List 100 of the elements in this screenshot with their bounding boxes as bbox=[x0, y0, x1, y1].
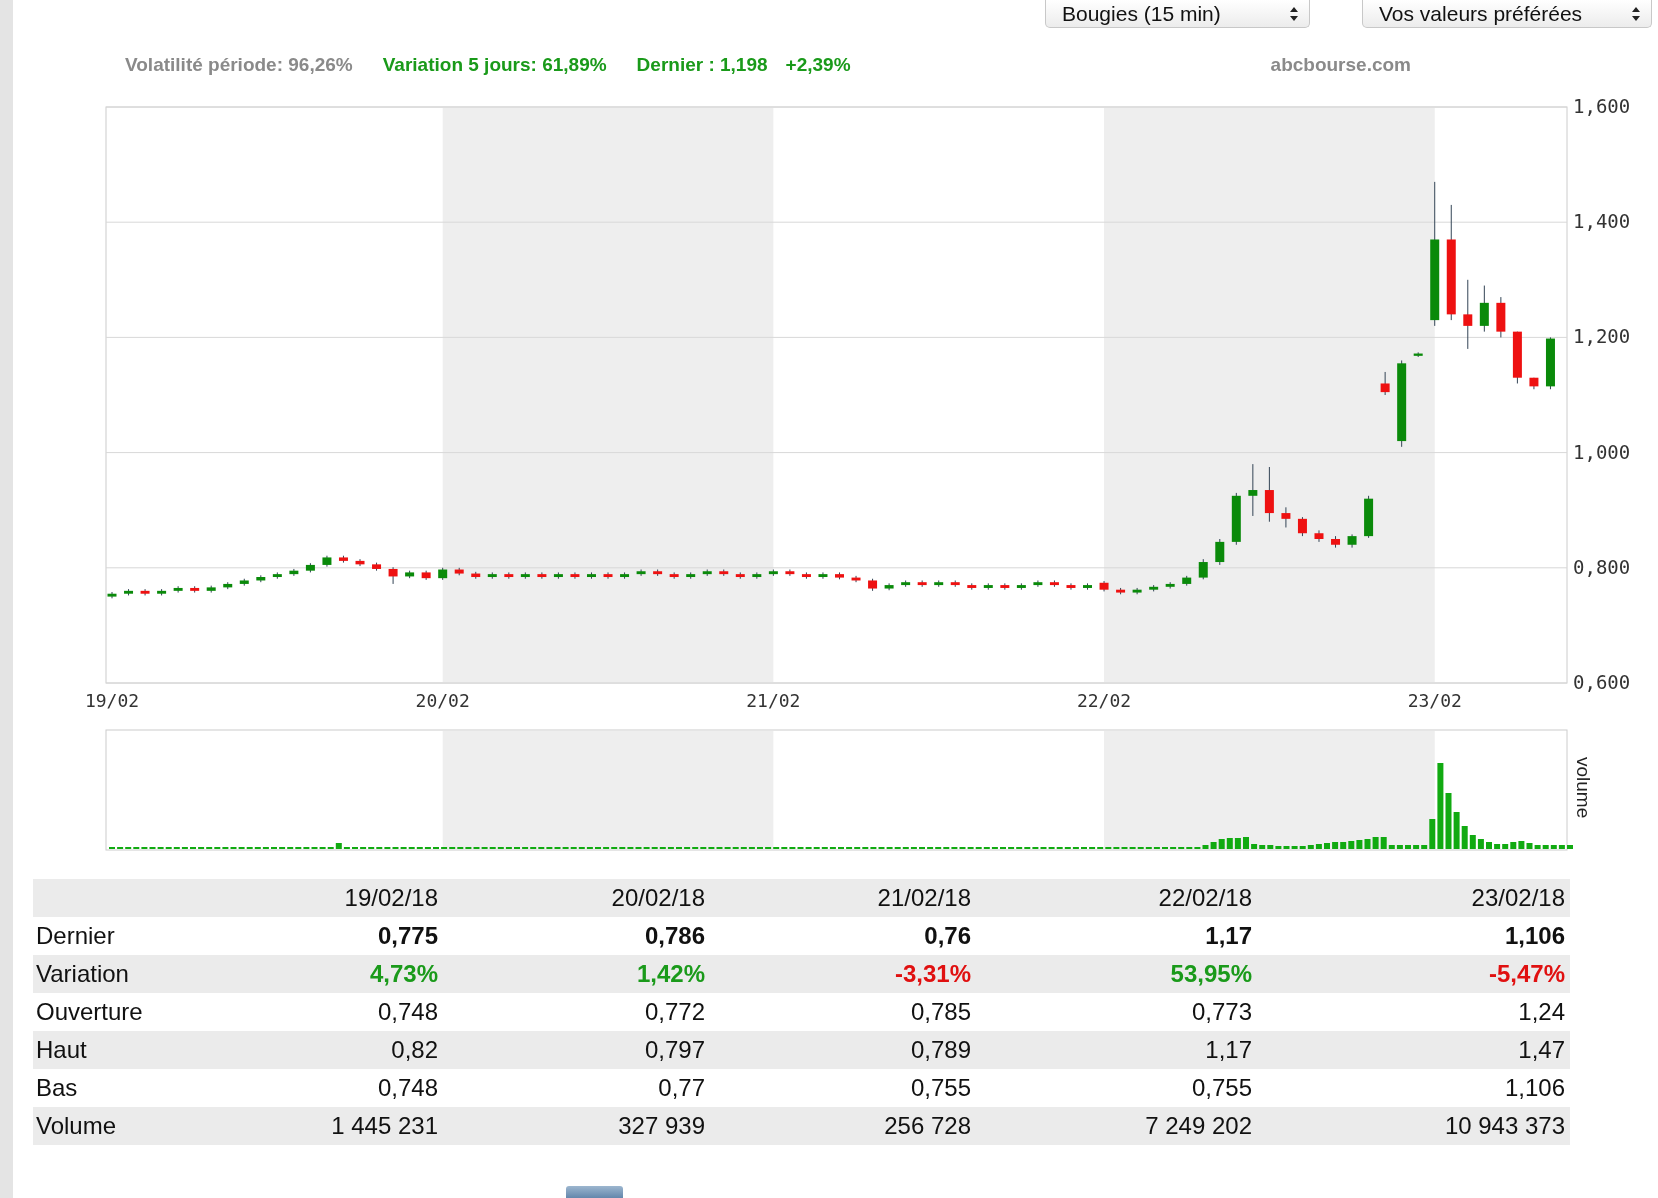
volatility-text: Volatilité période: 96,26% bbox=[125, 54, 353, 76]
candle bbox=[785, 569, 795, 577]
candle bbox=[1314, 529, 1324, 543]
candle bbox=[669, 571, 679, 580]
candle bbox=[901, 579, 911, 588]
table-cell-text: 0,755 bbox=[1190, 1074, 1252, 1102]
table-cell-text: 1 445 231 bbox=[330, 1112, 438, 1140]
candle bbox=[967, 582, 977, 591]
table-cell-text: 256 728 bbox=[883, 1112, 971, 1140]
table-cell-text: 327 939 bbox=[617, 1112, 705, 1140]
axis-label: 19/02 bbox=[84, 690, 140, 711]
table-cell-text: 1,17 bbox=[1204, 922, 1252, 950]
axis-label: 1,000 bbox=[1573, 440, 1631, 463]
table-cell-text: 7 249 202 bbox=[1144, 1112, 1252, 1140]
candle bbox=[801, 571, 811, 580]
candle bbox=[603, 571, 613, 580]
candle bbox=[818, 571, 828, 580]
candle bbox=[835, 571, 844, 580]
last-price-text: Dernier : 1,198 bbox=[636, 54, 768, 76]
candle bbox=[487, 571, 497, 580]
axis-label: 23/02 bbox=[1407, 690, 1462, 711]
candle bbox=[537, 571, 547, 580]
candle bbox=[421, 570, 431, 581]
candle bbox=[289, 568, 299, 577]
table-cell-text: 10 943 373 bbox=[1443, 1112, 1565, 1140]
toolbar-icon[interactable] bbox=[566, 1186, 623, 1198]
table-cell-text: 0,748 bbox=[376, 1074, 438, 1102]
candle bbox=[1297, 516, 1307, 537]
candle bbox=[735, 571, 745, 580]
candle bbox=[1198, 558, 1208, 580]
candle bbox=[520, 571, 530, 580]
candle bbox=[752, 571, 762, 580]
axis-label: 1,600 bbox=[1573, 95, 1631, 117]
table-cell-text: 1,24 bbox=[1517, 998, 1565, 1026]
candle bbox=[983, 582, 993, 591]
column-header: 19/02/18 bbox=[343, 884, 438, 912]
row-label: Haut bbox=[35, 1036, 88, 1064]
change-text: +2,39% bbox=[785, 54, 851, 76]
candle bbox=[1545, 336, 1555, 390]
candle bbox=[1479, 285, 1489, 333]
candle bbox=[719, 569, 729, 577]
table-cell-text: 53,95% bbox=[1169, 960, 1252, 988]
table-cell-text: 1,106 bbox=[1503, 922, 1565, 950]
table-cell-text: 0,785 bbox=[909, 998, 971, 1026]
candle bbox=[124, 588, 134, 596]
candle bbox=[504, 571, 514, 580]
table-cell-text: 0,773 bbox=[1190, 998, 1252, 1026]
candle bbox=[653, 569, 663, 577]
table-cell-text: 1,42% bbox=[635, 960, 705, 988]
candle bbox=[405, 570, 415, 579]
table-cell-text: 0,748 bbox=[376, 998, 438, 1026]
candle bbox=[1016, 582, 1026, 591]
table-cell-text: 0,76 bbox=[923, 922, 971, 950]
candle bbox=[322, 555, 332, 568]
table-cell-text: 0,77 bbox=[657, 1074, 705, 1102]
column-header: 21/02/18 bbox=[876, 884, 971, 912]
candle bbox=[157, 588, 167, 596]
candle bbox=[1463, 279, 1473, 350]
candle bbox=[1049, 579, 1059, 588]
source-text: abcbourse.com bbox=[1270, 54, 1411, 76]
candle bbox=[1182, 575, 1192, 587]
candle bbox=[239, 578, 249, 587]
candle bbox=[173, 585, 183, 594]
candle bbox=[107, 591, 117, 599]
candle bbox=[868, 578, 878, 592]
candle bbox=[1099, 580, 1109, 592]
dropdown-select[interactable]: Bougies (15 min) bbox=[1045, 0, 1310, 28]
axis-label: 20/02 bbox=[415, 690, 470, 711]
candle bbox=[1083, 582, 1092, 591]
candle bbox=[1512, 331, 1522, 384]
candle bbox=[1496, 296, 1506, 338]
candle bbox=[851, 575, 861, 583]
candle bbox=[223, 581, 233, 590]
candle bbox=[1215, 538, 1225, 566]
candle bbox=[1380, 371, 1390, 396]
candle bbox=[355, 558, 365, 567]
table-cell-text: 4,73% bbox=[368, 960, 438, 988]
column-header: 20/02/18 bbox=[610, 884, 705, 912]
candle bbox=[305, 562, 315, 573]
candle bbox=[768, 569, 778, 577]
dropdown-select[interactable]: Vos valeurs préférées bbox=[1362, 0, 1652, 28]
candle bbox=[917, 579, 927, 588]
candle bbox=[272, 571, 282, 580]
candle bbox=[702, 569, 712, 577]
table-cell-text: 1,47 bbox=[1517, 1036, 1565, 1064]
volume-axis-label: volume bbox=[1573, 757, 1594, 819]
candle bbox=[1033, 579, 1043, 588]
table-cell-text: 0,797 bbox=[643, 1036, 705, 1064]
axis-label: 0,600 bbox=[1573, 671, 1631, 693]
row-label: Dernier bbox=[35, 922, 116, 950]
table-cell-text: 0,789 bbox=[909, 1036, 971, 1064]
table-cell-text: 0,772 bbox=[643, 998, 705, 1026]
axis-label: 1,200 bbox=[1573, 325, 1631, 348]
candle bbox=[190, 585, 200, 594]
candle bbox=[438, 567, 448, 581]
candle bbox=[1248, 463, 1258, 517]
table-cell-text: 0,755 bbox=[909, 1074, 971, 1102]
candle bbox=[1000, 582, 1010, 591]
candle bbox=[553, 571, 563, 580]
candle bbox=[1529, 377, 1539, 390]
